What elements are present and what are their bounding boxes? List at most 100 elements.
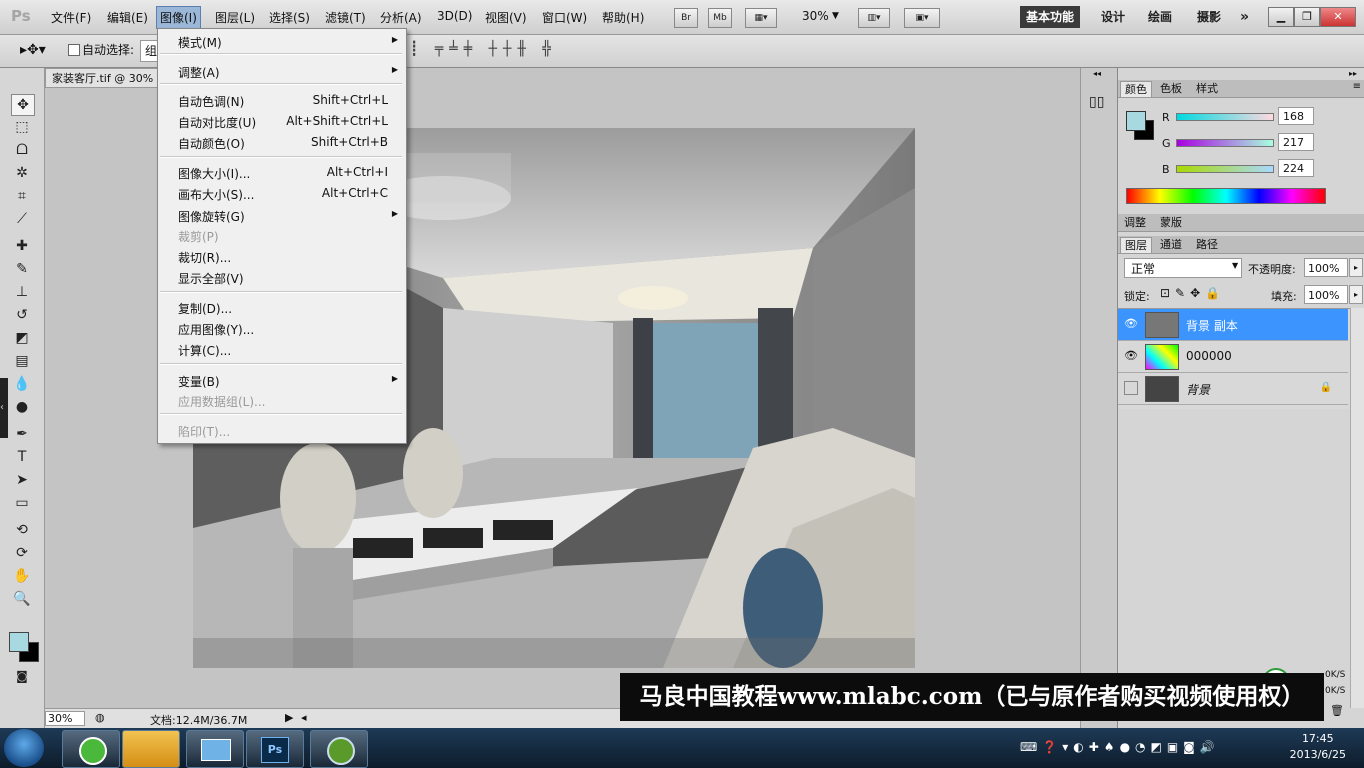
menu-view[interactable]: 视图(V): [485, 9, 527, 26]
bridge-button[interactable]: Br: [674, 8, 698, 28]
taskbar-app-browser-icon[interactable]: [62, 730, 120, 768]
healing-brush-tool-icon[interactable]: ✚: [11, 236, 33, 256]
menu-select[interactable]: 选择(S): [269, 9, 310, 26]
menu-analysis[interactable]: 分析(A): [380, 9, 422, 26]
tab-styles[interactable]: 样式: [1192, 81, 1222, 96]
menu-item-image-rotation[interactable]: 图像旋转(G): [178, 208, 245, 225]
menu-item-apply-image[interactable]: 应用图像(Y)...: [178, 321, 254, 338]
menu-item-image-size[interactable]: 图像大小(I)...: [178, 165, 250, 182]
eyedropper-tool-icon[interactable]: ⟋: [11, 209, 33, 229]
r-value[interactable]: 168: [1278, 107, 1314, 125]
taskbar-app-messenger-icon[interactable]: [122, 730, 180, 768]
menu-item-auto-tone[interactable]: 自动色调(N): [178, 93, 244, 110]
magic-wand-tool-icon[interactable]: ✲: [11, 163, 33, 183]
menu-item-duplicate[interactable]: 复制(D)...: [178, 300, 232, 317]
type-tool-icon[interactable]: T: [11, 447, 33, 467]
hand-tool-icon[interactable]: ✋: [11, 566, 33, 586]
start-button[interactable]: [4, 729, 44, 767]
menu-item-adjustments[interactable]: 调整(A): [178, 64, 220, 81]
brush-tool-icon[interactable]: ✎: [11, 259, 33, 279]
layer-name[interactable]: 000000: [1186, 349, 1232, 363]
color-spectrum-ramp[interactable]: [1126, 188, 1326, 204]
document-size-info[interactable]: 文档:12.4M/36.7M: [150, 712, 247, 728]
path-selection-tool-icon[interactable]: ➤: [11, 470, 33, 490]
tab-adjustments[interactable]: 调整: [1120, 215, 1150, 230]
status-zoom-field[interactable]: 30%: [45, 711, 85, 726]
move-tool-preset-icon[interactable]: ▸✥▾: [20, 42, 46, 58]
r-slider[interactable]: [1176, 113, 1274, 121]
close-button[interactable]: ✕: [1320, 7, 1356, 27]
system-tray-icons[interactable]: ⌨❓▾◐✚♠●◔◩▣◙🔊: [1020, 740, 1220, 754]
view-extras-button[interactable]: ▦▾: [745, 8, 777, 28]
zoom-tool-icon[interactable]: 🔍: [11, 589, 33, 609]
history-brush-tool-icon[interactable]: ↺: [11, 305, 33, 325]
expand-dock-icon[interactable]: ▸▸: [1349, 69, 1357, 78]
status-menu-arrow-icon[interactable]: ▶: [285, 711, 293, 724]
lasso-tool-icon[interactable]: ᗝ: [11, 140, 33, 160]
tab-layers[interactable]: 图层: [1120, 237, 1152, 253]
menu-image[interactable]: 图像(I): [156, 6, 201, 29]
taskbar-app-camtasia-icon[interactable]: [310, 730, 368, 768]
dodge-tool-icon[interactable]: ●: [11, 397, 33, 417]
menu-item-mode[interactable]: 模式(M): [178, 34, 222, 51]
move-tool-icon[interactable]: ✥: [11, 94, 35, 116]
layer-row[interactable]: 👁 背景 副本: [1118, 309, 1348, 341]
document-tab[interactable]: 家装客厅.tif @ 30%: [45, 68, 165, 88]
layers-scrollbar[interactable]: [1350, 308, 1364, 708]
marquee-tool-icon[interactable]: ⬚: [11, 117, 33, 137]
menu-file[interactable]: 文件(F): [51, 9, 91, 26]
layer-row[interactable]: 👁 000000: [1118, 341, 1348, 373]
menu-item-canvas-size[interactable]: 画布大小(S)...: [178, 186, 254, 203]
menu-item-reveal-all[interactable]: 显示全部(V): [178, 270, 244, 287]
tab-channels[interactable]: 通道: [1156, 237, 1186, 252]
workspace-painting[interactable]: 绘画: [1148, 6, 1172, 28]
g-value[interactable]: 217: [1278, 133, 1314, 151]
visibility-toggle[interactable]: [1124, 381, 1138, 395]
g-slider[interactable]: [1176, 139, 1274, 147]
layer-name[interactable]: 背景: [1186, 381, 1210, 398]
eye-icon[interactable]: 👁: [1124, 349, 1138, 363]
menu-item-trim[interactable]: 裁切(R)...: [178, 249, 231, 266]
workspace-photography[interactable]: 摄影: [1197, 6, 1221, 28]
b-value[interactable]: 224: [1278, 159, 1314, 177]
blur-tool-icon[interactable]: 💧: [11, 374, 33, 394]
gradient-tool-icon[interactable]: ▤: [11, 351, 33, 371]
menu-filter[interactable]: 滤镜(T): [325, 9, 366, 26]
zoom-dropdown-icon[interactable]: ▼: [832, 11, 839, 21]
quick-mask-icon[interactable]: ◙: [11, 666, 33, 686]
foreground-color-swatch[interactable]: [9, 632, 29, 652]
menu-window[interactable]: 窗口(W): [542, 9, 587, 26]
delete-layer-icon[interactable]: 🗑: [1330, 704, 1344, 717]
collapse-handle-icon[interactable]: ‹: [0, 378, 8, 438]
workspace-design[interactable]: 设计: [1101, 6, 1125, 28]
align-icons[interactable]: ┋ ╤╧╪ ┼┼╫ ╬: [410, 41, 557, 57]
menu-item-auto-contrast[interactable]: 自动对比度(U): [178, 114, 256, 131]
opacity-field[interactable]: 100%: [1304, 258, 1348, 277]
layer-row[interactable]: 背景 🔒: [1118, 373, 1348, 405]
screen-mode-button[interactable]: ▣▾: [904, 8, 940, 28]
lock-icons[interactable]: ⊡✎✥🔒: [1160, 286, 1225, 300]
auto-select-checkbox[interactable]: [68, 44, 80, 56]
panel-menu-icon[interactable]: ≡: [1353, 81, 1361, 92]
3d-rotate-tool-icon[interactable]: ⟲: [11, 520, 33, 540]
tab-swatches[interactable]: 色板: [1156, 81, 1186, 96]
menu-item-variables[interactable]: 变量(B): [178, 373, 220, 390]
menu-3d[interactable]: 3D(D): [437, 9, 472, 23]
fill-field[interactable]: 100%: [1304, 285, 1348, 304]
menu-edit[interactable]: 编辑(E): [107, 9, 148, 26]
b-slider[interactable]: [1176, 165, 1274, 173]
taskbar-app-photoshop-icon[interactable]: Ps: [246, 730, 304, 768]
eraser-tool-icon[interactable]: ◩: [11, 328, 33, 348]
tab-paths[interactable]: 路径: [1192, 237, 1222, 252]
menu-layer[interactable]: 图层(L): [215, 9, 255, 26]
menu-help[interactable]: 帮助(H): [602, 9, 644, 26]
opacity-arrow-icon[interactable]: ▸: [1349, 258, 1363, 277]
tab-color[interactable]: 颜色: [1120, 81, 1152, 97]
3d-orbit-tool-icon[interactable]: ⟳: [11, 543, 33, 563]
crop-tool-icon[interactable]: ⌗: [11, 186, 33, 206]
history-panel-icon[interactable]: ▯▯: [1089, 94, 1104, 110]
tab-masks[interactable]: 蒙版: [1156, 215, 1186, 230]
collapse-dock-icon[interactable]: ◂◂: [1093, 69, 1101, 78]
workspace-essentials[interactable]: 基本功能: [1020, 6, 1081, 28]
fill-arrow-icon[interactable]: ▸: [1349, 285, 1363, 304]
